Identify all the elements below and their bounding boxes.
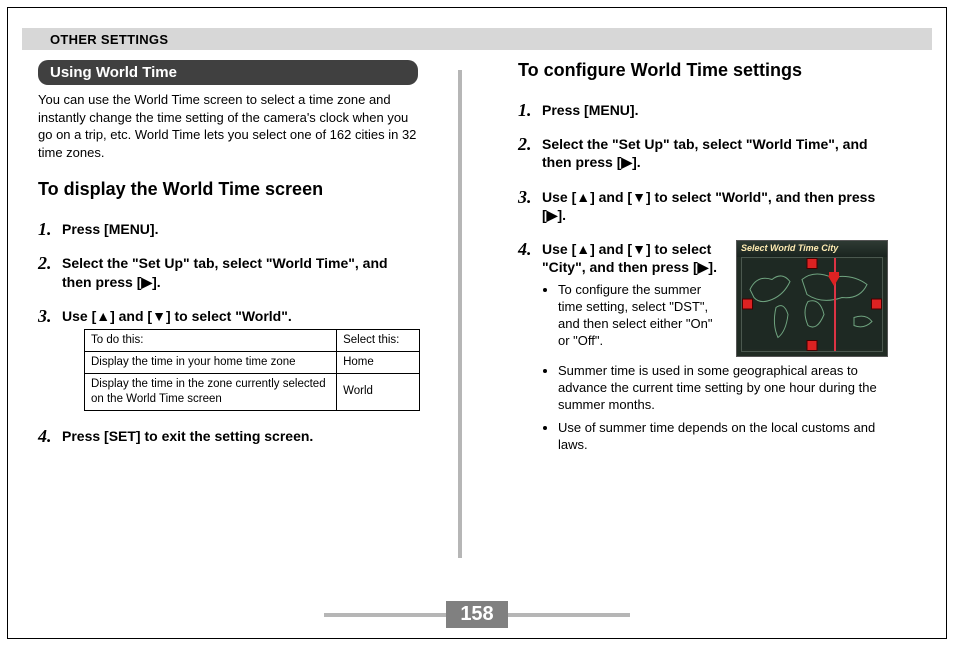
note-item: Summer time is used in some geographical… [558, 363, 888, 414]
section-header-text: OTHER SETTINGS [22, 32, 168, 47]
right-steps: Press [MENU]. Select the "Set Up" tab, s… [518, 101, 888, 453]
left-step-4: Press [SET] to exit the setting screen. [38, 427, 420, 445]
step-text: ]. [152, 274, 161, 290]
right-step-3: Use [▲] and [▼] to select "World", and t… [518, 188, 888, 224]
step-text: Select the "Set Up" tab, select "World T… [62, 255, 388, 289]
right-step-1: Press [MENU]. [518, 101, 888, 119]
cell-select: World [337, 373, 420, 410]
left-step-2: Select the "Set Up" tab, select "World T… [38, 254, 420, 290]
note-item: To configure the summer time setting, se… [558, 282, 722, 350]
topic-pill: Using World Time [38, 60, 418, 85]
table-header-action: To do this: [85, 329, 337, 351]
world-map-icon [741, 257, 883, 352]
down-arrow-icon: ▼ [632, 241, 646, 257]
map-marker-icon [742, 299, 753, 310]
camera-screen-thumbnail: Select World Time City [736, 240, 888, 357]
step-text: ] and [ [590, 241, 632, 257]
section-header: OTHER SETTINGS [22, 28, 932, 50]
right-step-4: Use [▲] and [▼] to select "City", and th… [518, 240, 888, 453]
right-step-2: Select the "Set Up" tab, select "World T… [518, 135, 888, 171]
right-arrow-icon: ▶ [698, 259, 709, 275]
step-text: Press [MENU]. [62, 221, 158, 237]
up-arrow-icon: ▲ [96, 308, 110, 324]
step-text: Use [ [62, 308, 96, 324]
options-table: To do this: Select this: Display the tim… [84, 329, 420, 411]
cell-select: Home [337, 351, 420, 373]
step-text: ] and [ [590, 189, 632, 205]
step4-notes-cont: Summer time is used in some geographical… [542, 363, 888, 453]
table-row: Display the time in your home time zone … [85, 351, 420, 373]
intro-text: You can use the World Time screen to sel… [38, 91, 420, 161]
cell-action: Display the time in the zone currently s… [85, 373, 337, 410]
page-footer: 158 [8, 601, 946, 628]
page-number: 158 [446, 601, 507, 628]
map-cursor-icon [828, 276, 840, 286]
left-step-3: Use [▲] and [▼] to select "World". To do… [38, 307, 420, 411]
step-text: ]. [557, 207, 566, 223]
map-marker-icon [807, 258, 818, 269]
step-text: ]. [708, 259, 717, 275]
up-arrow-icon: ▲ [576, 189, 590, 205]
screen-title: Select World Time City [737, 241, 887, 257]
right-column: To configure World Time settings Press [… [448, 60, 888, 558]
right-arrow-icon: ▶ [621, 154, 632, 170]
step-text: Use [ [542, 241, 576, 257]
left-column: Using World Time You can use the World T… [38, 60, 448, 558]
manual-page: OTHER SETTINGS Using World Time You can … [7, 7, 947, 639]
table-row: Display the time in the zone currently s… [85, 373, 420, 410]
up-arrow-icon: ▲ [576, 241, 590, 257]
footer-bar [324, 613, 446, 617]
down-arrow-icon: ▼ [632, 189, 646, 205]
left-steps: Press [MENU]. Select the "Set Up" tab, s… [38, 220, 420, 445]
cell-action: Display the time in your home time zone [85, 351, 337, 373]
note-item: Use of summer time depends on the local … [558, 420, 888, 454]
left-subheading: To display the World Time screen [38, 179, 420, 200]
table-header-select: Select this: [337, 329, 420, 351]
down-arrow-icon: ▼ [152, 308, 166, 324]
right-arrow-icon: ▶ [141, 274, 152, 290]
footer-bar [508, 613, 630, 617]
map-marker-icon [807, 340, 818, 351]
step-text: Select the "Set Up" tab, select "World T… [542, 136, 868, 170]
step-text: Use [ [542, 189, 576, 205]
right-heading: To configure World Time settings [518, 60, 888, 81]
step-text: Press [MENU]. [542, 102, 638, 118]
left-step-1: Press [MENU]. [38, 220, 420, 238]
step-text: ]. [632, 154, 641, 170]
step4-notes: To configure the summer time setting, se… [542, 282, 722, 350]
world-map-svg [742, 258, 882, 351]
content-columns: Using World Time You can use the World T… [8, 60, 946, 558]
map-marker-icon [871, 299, 882, 310]
step-text: ] and [ [110, 308, 152, 324]
right-arrow-icon: ▶ [547, 207, 558, 223]
step-text: Press [SET] to exit the setting screen. [62, 428, 313, 444]
column-divider [458, 70, 462, 558]
step-text: ] to select "World". [166, 308, 292, 324]
